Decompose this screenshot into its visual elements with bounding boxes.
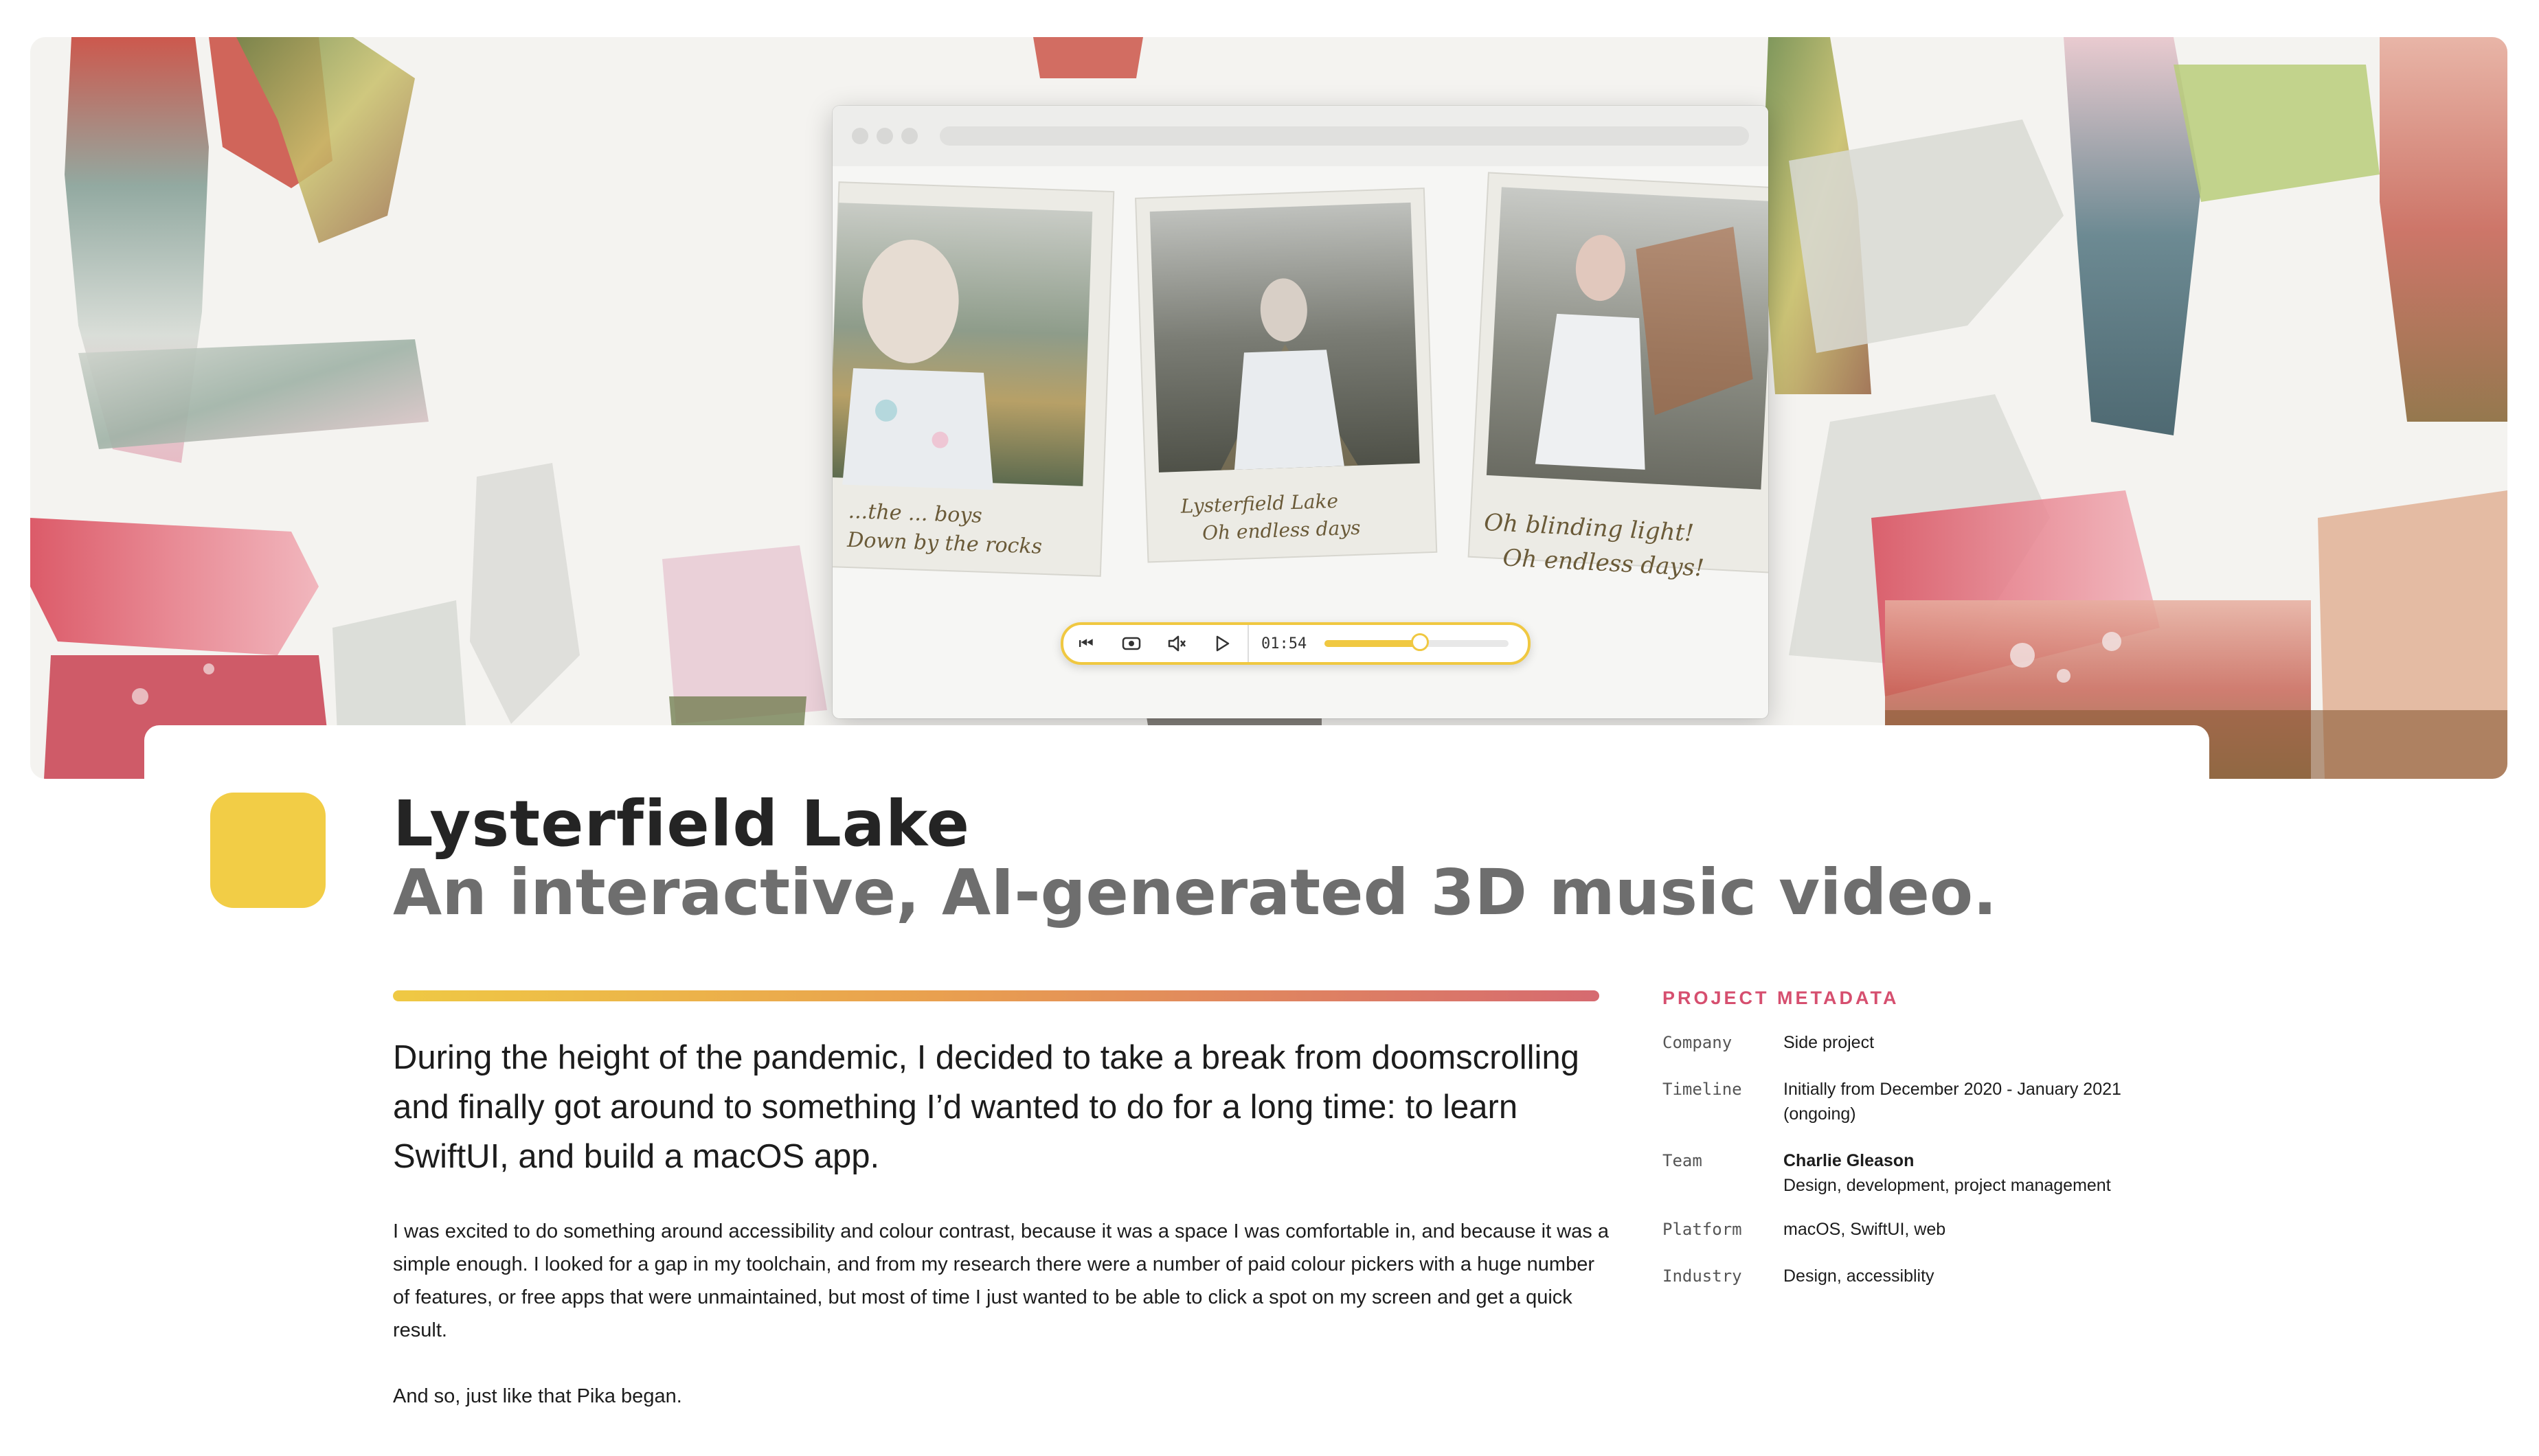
playback-progress-fill bbox=[1324, 640, 1421, 647]
video-player-controls: ⏮ 01:54 bbox=[1061, 622, 1531, 665]
window-address-bar[interactable] bbox=[940, 126, 1749, 146]
playback-scrubber-handle[interactable] bbox=[1411, 633, 1430, 651]
playback-scrubber[interactable] bbox=[1324, 633, 1509, 651]
metadata-key: Team bbox=[1662, 1151, 1702, 1170]
gradient-divider bbox=[393, 990, 1599, 1001]
team-member-name: Charlie Gleason bbox=[1783, 1151, 1915, 1170]
metadata-key: Industry bbox=[1662, 1266, 1742, 1286]
metadata-heading: PROJECT METADATA bbox=[1662, 988, 1899, 1008]
polaroid-scene: ...the ... boys Down by the rocks Lyster… bbox=[833, 172, 1768, 582]
metadata-value: Charlie Gleason Design, development, pro… bbox=[1783, 1148, 2278, 1198]
play-icon[interactable] bbox=[1199, 625, 1245, 662]
svg-text:...the ... boys: ...the ... boys bbox=[848, 499, 982, 528]
project-subtitle: An interactive, AI-generated 3D music vi… bbox=[393, 856, 1997, 929]
team-member-roles: Design, development, project management bbox=[1783, 1176, 2111, 1195]
music-video-app-window: ...the ... boys Down by the rocks Lyster… bbox=[833, 106, 1768, 718]
window-minimize-dot[interactable] bbox=[877, 128, 893, 144]
playback-time: 01:54 bbox=[1261, 635, 1307, 652]
metadata-value: Initially from December 2020 - January 2… bbox=[1783, 1077, 2278, 1126]
metadata-value: Side project bbox=[1783, 1033, 1875, 1052]
skip-back-icon[interactable]: ⏮ bbox=[1063, 625, 1109, 662]
timeline-range: Initially from December 2020 - January 2… bbox=[1783, 1080, 2121, 1099]
metadata-value: macOS, SwiftUI, web bbox=[1783, 1220, 1946, 1239]
project-app-icon bbox=[210, 793, 326, 908]
polaroid-2: Lysterfield Lake Oh endless days bbox=[1135, 187, 1438, 563]
article-lead: During the height of the pandemic, I dec… bbox=[393, 1039, 1579, 1175]
article-paragraph-2: And so, just like that Pika began. bbox=[393, 1385, 682, 1407]
metadata-key: Platform bbox=[1662, 1220, 1742, 1239]
player-divider bbox=[1248, 625, 1249, 662]
polaroid-3: Oh blinding light! Oh endless days! bbox=[1467, 172, 1768, 582]
camera-icon[interactable] bbox=[1109, 625, 1154, 662]
timeline-status: (ongoing) bbox=[1783, 1104, 1856, 1124]
article-paragraph-1: I was excited to do something around acc… bbox=[393, 1220, 1609, 1341]
polaroid-1: ...the ... boys Down by the rocks bbox=[833, 181, 1115, 577]
hero-banner: ...the ... boys Down by the rocks Lyster… bbox=[30, 37, 2507, 779]
window-titlebar bbox=[833, 106, 1768, 166]
metadata-key: Timeline bbox=[1662, 1080, 1742, 1099]
metadata-value: Design, accessiblity bbox=[1783, 1266, 1934, 1286]
window-close-dot[interactable] bbox=[852, 128, 868, 144]
metadata-key: Company bbox=[1662, 1033, 1733, 1052]
window-zoom-dot[interactable] bbox=[901, 128, 918, 144]
mute-icon[interactable] bbox=[1154, 625, 1199, 662]
